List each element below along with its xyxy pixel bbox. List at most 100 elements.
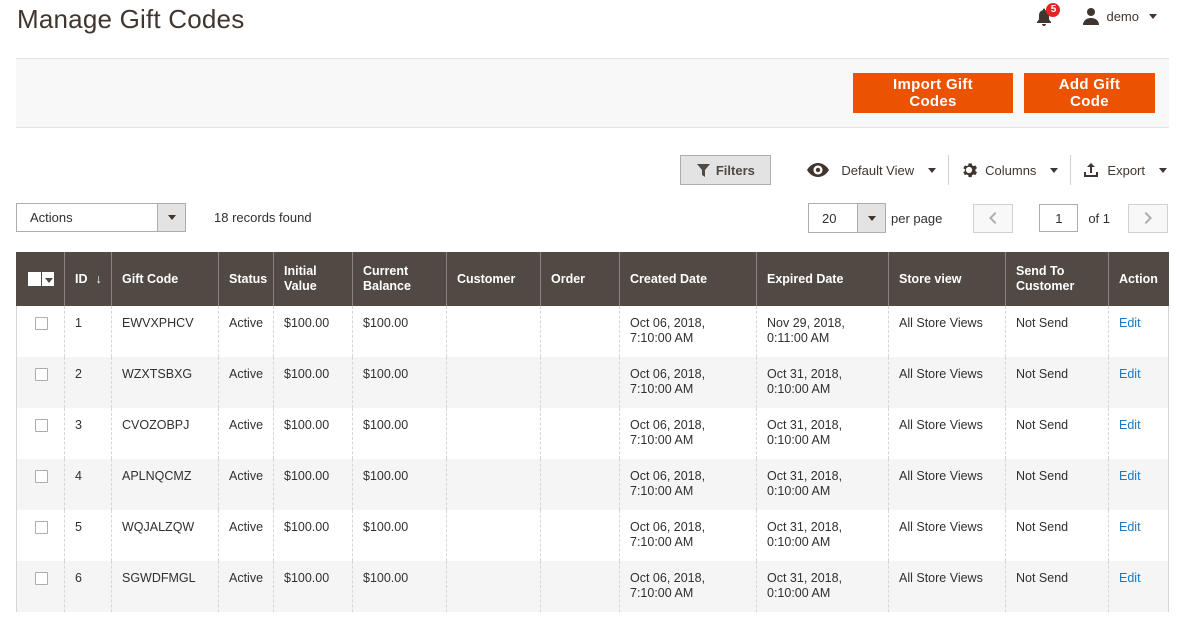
chevron-right-icon [1144,212,1153,224]
column-header-current-balance[interactable]: Current Balance [352,252,447,306]
column-header-initial-value[interactable]: Initial Value [273,252,353,306]
cell-order [540,306,620,357]
next-page-button[interactable] [1128,203,1169,233]
cell-initial: $100.00 [273,306,353,357]
gift-codes-grid: ID ↓ Gift Code Status Initial Value Curre… [16,252,1169,612]
row-checkbox[interactable] [35,368,48,381]
per-page-select[interactable]: 20 [808,203,886,233]
notifications-button[interactable]: 5 [1036,3,1061,26]
cell-action: Edit [1108,408,1169,459]
chevron-left-icon [989,212,997,224]
cell-status: Active [218,459,274,510]
column-header-created-date[interactable]: Created Date [619,252,757,306]
cell-status: Active [218,306,274,357]
per-page-label: per page [891,210,943,226]
grid-body: 1 EWVXPHCV Active $100.00 $100.00 Oct 06, 201… [16,306,1169,612]
cell-status: Active [218,408,274,459]
cell-id: 4 [64,459,112,510]
cell-expired: Oct 31, 2018, 0:10:00 AM [756,357,889,408]
default-view-dropdown[interactable]: Default View [795,155,950,185]
gear-icon [963,163,978,178]
cell-initial: $100.00 [273,561,353,612]
export-label: Export [1107,162,1145,178]
cell-created: Oct 06, 2018, 7:10:00 AM [619,306,757,357]
cell-order [540,408,620,459]
cell-order [540,561,620,612]
previous-page-button[interactable] [973,203,1014,233]
cell-send: Not Send [1005,357,1109,408]
table-row[interactable]: 4 APLNQCMZ Active $100.00 $100.00 Oct 06, 201… [16,459,1169,510]
cell-store: All Store Views [888,408,1006,459]
cell-balance: $100.00 [352,510,447,561]
cell-status: Active [218,357,274,408]
table-row[interactable]: 3 CVOZOBPJ Active $100.00 $100.00 Oct 06, 201… [16,408,1169,459]
cell-store: All Store Views [888,357,1006,408]
eye-icon [807,163,830,177]
table-row[interactable]: 5 WQJALZQW Active $100.00 $100.00 Oct 06, 201… [16,510,1169,561]
cell-store: All Store Views [888,306,1006,357]
column-header-gift-code[interactable]: Gift Code [111,252,219,306]
column-header-order[interactable]: Order [540,252,620,306]
add-gift-code-button[interactable]: Add Gift Code [1024,73,1155,113]
mass-actions-label: Actions [30,210,73,225]
table-row[interactable]: 1 EWVXPHCV Active $100.00 $100.00 Oct 06, 201… [16,306,1169,357]
filters-label: Filters [715,162,755,178]
filters-button[interactable]: Filters [680,155,772,185]
user-menu[interactable]: demo [1082,7,1157,25]
column-header-id[interactable]: ID ↓ [64,252,112,306]
edit-link[interactable]: Edit [1119,571,1141,585]
edit-link[interactable]: Edit [1119,469,1141,483]
cell-created: Oct 06, 2018, 7:10:00 AM [619,561,757,612]
cell-balance: $100.00 [352,561,447,612]
chevron-down-icon [928,167,937,173]
default-view-label: Default View [841,162,915,178]
row-checkbox[interactable] [35,470,48,483]
row-select-cell [16,408,65,459]
export-dropdown[interactable]: Export [1071,155,1167,185]
cell-status: Active [218,510,274,561]
row-select-cell [16,357,65,408]
column-header-store-view[interactable]: Store view [888,252,1006,306]
column-header-send-to-customer[interactable]: Send To Customer [1005,252,1109,306]
import-gift-codes-button[interactable]: Import Gift Codes [853,73,1013,113]
mass-select-checkbox[interactable] [28,272,54,286]
column-header-status[interactable]: Status [218,252,274,306]
row-checkbox[interactable] [35,521,48,534]
mass-select-header[interactable] [16,252,65,306]
cell-initial: $100.00 [273,408,353,459]
page-title: Manage Gift Codes [17,4,245,34]
row-checkbox[interactable] [35,419,48,432]
cell-action: Edit [1108,561,1169,612]
cell-expired: Oct 31, 2018, 0:10:00 AM [756,561,889,612]
cell-created: Oct 06, 2018, 7:10:00 AM [619,357,757,408]
cell-created: Oct 06, 2018, 7:10:00 AM [619,408,757,459]
edit-link[interactable]: Edit [1119,520,1141,534]
chevron-down-icon [1159,167,1167,173]
cell-expired: Oct 31, 2018, 0:10:00 AM [756,510,889,561]
cell-send: Not Send [1005,459,1109,510]
cell-id: 3 [64,408,112,459]
row-checkbox[interactable] [35,317,48,330]
cell-initial: $100.00 [273,357,353,408]
mass-actions-select[interactable]: Actions [16,203,186,232]
cell-order [540,357,620,408]
cell-store: All Store Views [888,561,1006,612]
edit-link[interactable]: Edit [1119,367,1141,381]
cell-code: APLNQCMZ [111,459,219,510]
column-header-expired-date[interactable]: Expired Date [756,252,889,306]
total-pages-label: of 1 [1088,210,1111,226]
table-row[interactable]: 6 SGWDFMGL Active $100.00 $100.00 Oct 06, 201… [16,561,1169,612]
cell-balance: $100.00 [352,459,447,510]
table-row[interactable]: 2 WZXTSBXG Active $100.00 $100.00 Oct 06, 201… [16,357,1169,408]
edit-link[interactable]: Edit [1119,418,1141,432]
filter-icon [696,163,710,177]
column-header-customer[interactable]: Customer [446,252,541,306]
row-checkbox[interactable] [35,572,48,585]
column-header-label: ID [75,271,88,286]
cell-balance: $100.00 [352,408,447,459]
current-page-input[interactable] [1039,204,1079,232]
columns-dropdown[interactable]: Columns [949,155,1072,185]
cell-customer [446,408,541,459]
edit-link[interactable]: Edit [1119,316,1141,330]
cell-code: EWVXPHCV [111,306,219,357]
